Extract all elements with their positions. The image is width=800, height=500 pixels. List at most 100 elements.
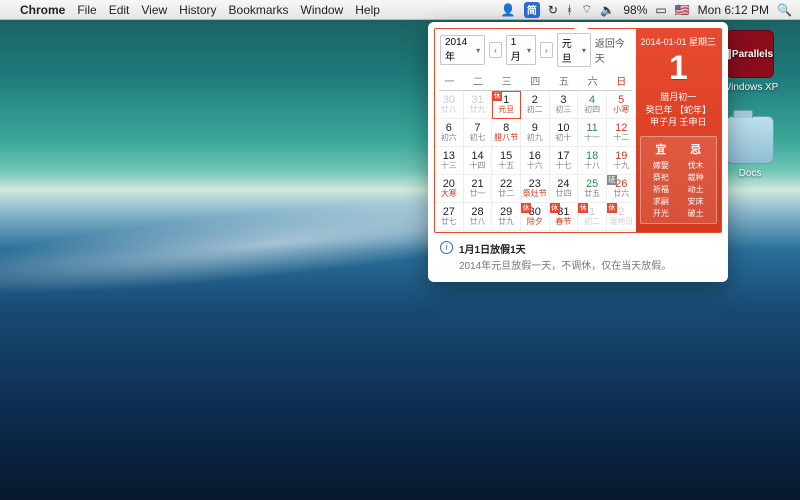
- day-sub: 十六: [527, 162, 543, 170]
- menubar-clock[interactable]: Mon 6:12 PM: [698, 3, 769, 17]
- calendar-side-panel: 2014-01-01 星期三 1 腊月初一 癸巳年 【蛇年】 甲子月 壬申日 宜…: [636, 29, 721, 232]
- side-big-number: 1: [640, 50, 717, 87]
- month-select[interactable]: 1月 ▾: [506, 35, 536, 65]
- calendar-grid: 30廿八31廿九休1元旦2初二3初三4初四5小寒 6初六7初七8腊八节9初九10初…: [435, 91, 636, 231]
- calendar-day[interactable]: 休2湿地日: [607, 203, 636, 231]
- calendar-day[interactable]: 31廿九: [464, 91, 493, 119]
- day-sub: 十一: [584, 134, 600, 142]
- calendar-day[interactable]: 班26廿六: [607, 175, 636, 203]
- calendar-day[interactable]: 24廿四: [550, 175, 579, 203]
- calendar-day[interactable]: 10初十: [550, 119, 579, 147]
- yi-column: 宜 嫁娶 祭祀 祈福 求嗣 开光: [644, 141, 679, 219]
- day-sub: 十四: [469, 162, 485, 170]
- menu-window[interactable]: Window: [301, 3, 344, 17]
- day-sub: 初三: [555, 106, 571, 114]
- day-sub: 十五: [498, 162, 514, 170]
- timemachine-icon[interactable]: ↻: [548, 3, 558, 17]
- menu-view[interactable]: View: [141, 3, 167, 17]
- day-sub: 廿五: [584, 190, 600, 198]
- rest-badge: 休: [521, 203, 531, 213]
- calendar-day[interactable]: 19十九: [607, 147, 636, 175]
- spotlight-icon[interactable]: 🔍: [777, 3, 792, 17]
- prev-month-button[interactable]: ‹: [489, 42, 502, 58]
- day-sub: 初四: [584, 106, 600, 114]
- calendar-day[interactable]: 11十一: [578, 119, 607, 147]
- holiday-note-text: 1月1日放假1天 2014年元旦放假一天，不调休，仅在当天放假。: [459, 241, 671, 272]
- calendar-day[interactable]: 6初六: [435, 119, 464, 147]
- day-sub: 廿一: [469, 190, 485, 198]
- holiday-select[interactable]: 元旦 ▾: [557, 33, 591, 67]
- month-select-value: 1月: [511, 37, 524, 63]
- lunar-line: 腊月初一: [640, 91, 717, 103]
- calendar-day[interactable]: 28廿八: [464, 203, 493, 231]
- calendar-day[interactable]: 17十七: [550, 147, 579, 175]
- yi-item: 祈福: [653, 184, 669, 195]
- day-sub: 廿四: [555, 190, 571, 198]
- day-sub: 湿地日: [609, 218, 633, 226]
- calendar-day[interactable]: 14十四: [464, 147, 493, 175]
- rest-badge: 休: [607, 203, 617, 213]
- calendar-day[interactable]: 29廿九: [492, 203, 521, 231]
- holiday-note-title: 1月1日放假1天: [459, 241, 671, 256]
- weekday-thu: 四: [521, 71, 550, 90]
- today-button[interactable]: 返回今天: [595, 35, 631, 65]
- weekday-sun: 日: [607, 71, 636, 90]
- calendar-day[interactable]: 2初二: [521, 91, 550, 119]
- weekday-tue: 二: [464, 71, 493, 90]
- calendar-menuextra-icon[interactable]: 简: [524, 2, 540, 18]
- year-select[interactable]: 2014年 ▾: [440, 35, 485, 65]
- calendar-day[interactable]: 5小寒: [607, 91, 636, 119]
- day-sub: 初二: [527, 106, 543, 114]
- ji-title: 忌: [690, 141, 701, 157]
- day-sub: 十二: [613, 134, 629, 142]
- menu-bookmarks[interactable]: Bookmarks: [229, 3, 289, 17]
- calendar-day[interactable]: 4初四: [578, 91, 607, 119]
- holiday-note: i 1月1日放假1天 2014年元旦放假一天，不调休，仅在当天放假。: [434, 233, 722, 272]
- calendar-day[interactable]: 27廿七: [435, 203, 464, 231]
- ji-item: 安床: [688, 196, 704, 207]
- menu-help[interactable]: Help: [355, 3, 380, 17]
- volume-icon[interactable]: 🔈: [600, 3, 615, 17]
- calendar-day[interactable]: 20大寒: [435, 175, 464, 203]
- holiday-select-value: 元旦: [562, 35, 579, 65]
- battery-icon[interactable]: ▭: [655, 3, 666, 17]
- calendar-day[interactable]: 9初九: [521, 119, 550, 147]
- calendar-day[interactable]: 25廿五: [578, 175, 607, 203]
- calendar-day[interactable]: 16十六: [521, 147, 550, 175]
- menubar-app-name[interactable]: Chrome: [20, 3, 65, 17]
- calendar-day[interactable]: 休30除夕: [521, 203, 550, 231]
- calendar-day[interactable]: 休1初二: [578, 203, 607, 231]
- folder-icon: [726, 116, 774, 164]
- day-sub: 廿八: [469, 218, 485, 226]
- weekday-header: 一 二 三 四 五 六 日: [435, 71, 636, 90]
- menu-history[interactable]: History: [179, 3, 216, 17]
- calendar-day[interactable]: 3初三: [550, 91, 579, 119]
- ji-column: 忌 伐木 栽种 动土 安床 破土: [678, 141, 713, 219]
- user-menu-icon[interactable]: 👤: [501, 3, 516, 17]
- next-month-button[interactable]: ›: [540, 42, 553, 58]
- bluetooth-icon[interactable]: ᚼ: [566, 3, 573, 17]
- weekday-wed: 三: [492, 71, 521, 90]
- calendar-day[interactable]: 18十八: [578, 147, 607, 175]
- day-sub: 廿六: [613, 190, 629, 198]
- day-sub: 廿八: [441, 106, 457, 114]
- calendar-day[interactable]: 22廿二: [492, 175, 521, 203]
- input-source-icon[interactable]: 🇺🇸: [675, 3, 690, 17]
- day-sub: 十九: [613, 162, 629, 170]
- side-lunar: 腊月初一 癸巳年 【蛇年】 甲子月 壬申日: [640, 91, 717, 127]
- calendar-day[interactable]: 30廿八: [435, 91, 464, 119]
- calendar-day[interactable]: 21廿一: [464, 175, 493, 203]
- day-sub: 初七: [469, 134, 485, 142]
- menu-file[interactable]: File: [77, 3, 96, 17]
- calendar-day[interactable]: 休31春节: [550, 203, 579, 231]
- menu-edit[interactable]: Edit: [109, 3, 130, 17]
- day-sub: 十三: [441, 162, 457, 170]
- calendar-grid-panel: 2014年 ▾ ‹ 1月 ▾ › 元旦 ▾ 返回今天 一 二 三 四: [435, 29, 636, 232]
- calendar-day[interactable]: 8腊八节: [492, 119, 521, 147]
- calendar-day[interactable]: 23祭灶节: [521, 175, 550, 203]
- calendar-day[interactable]: 7初七: [464, 119, 493, 147]
- calendar-day[interactable]: 15十五: [492, 147, 521, 175]
- calendar-day[interactable]: 休1元旦: [492, 91, 521, 119]
- calendar-day[interactable]: 12十二: [607, 119, 636, 147]
- calendar-day[interactable]: 13十三: [435, 147, 464, 175]
